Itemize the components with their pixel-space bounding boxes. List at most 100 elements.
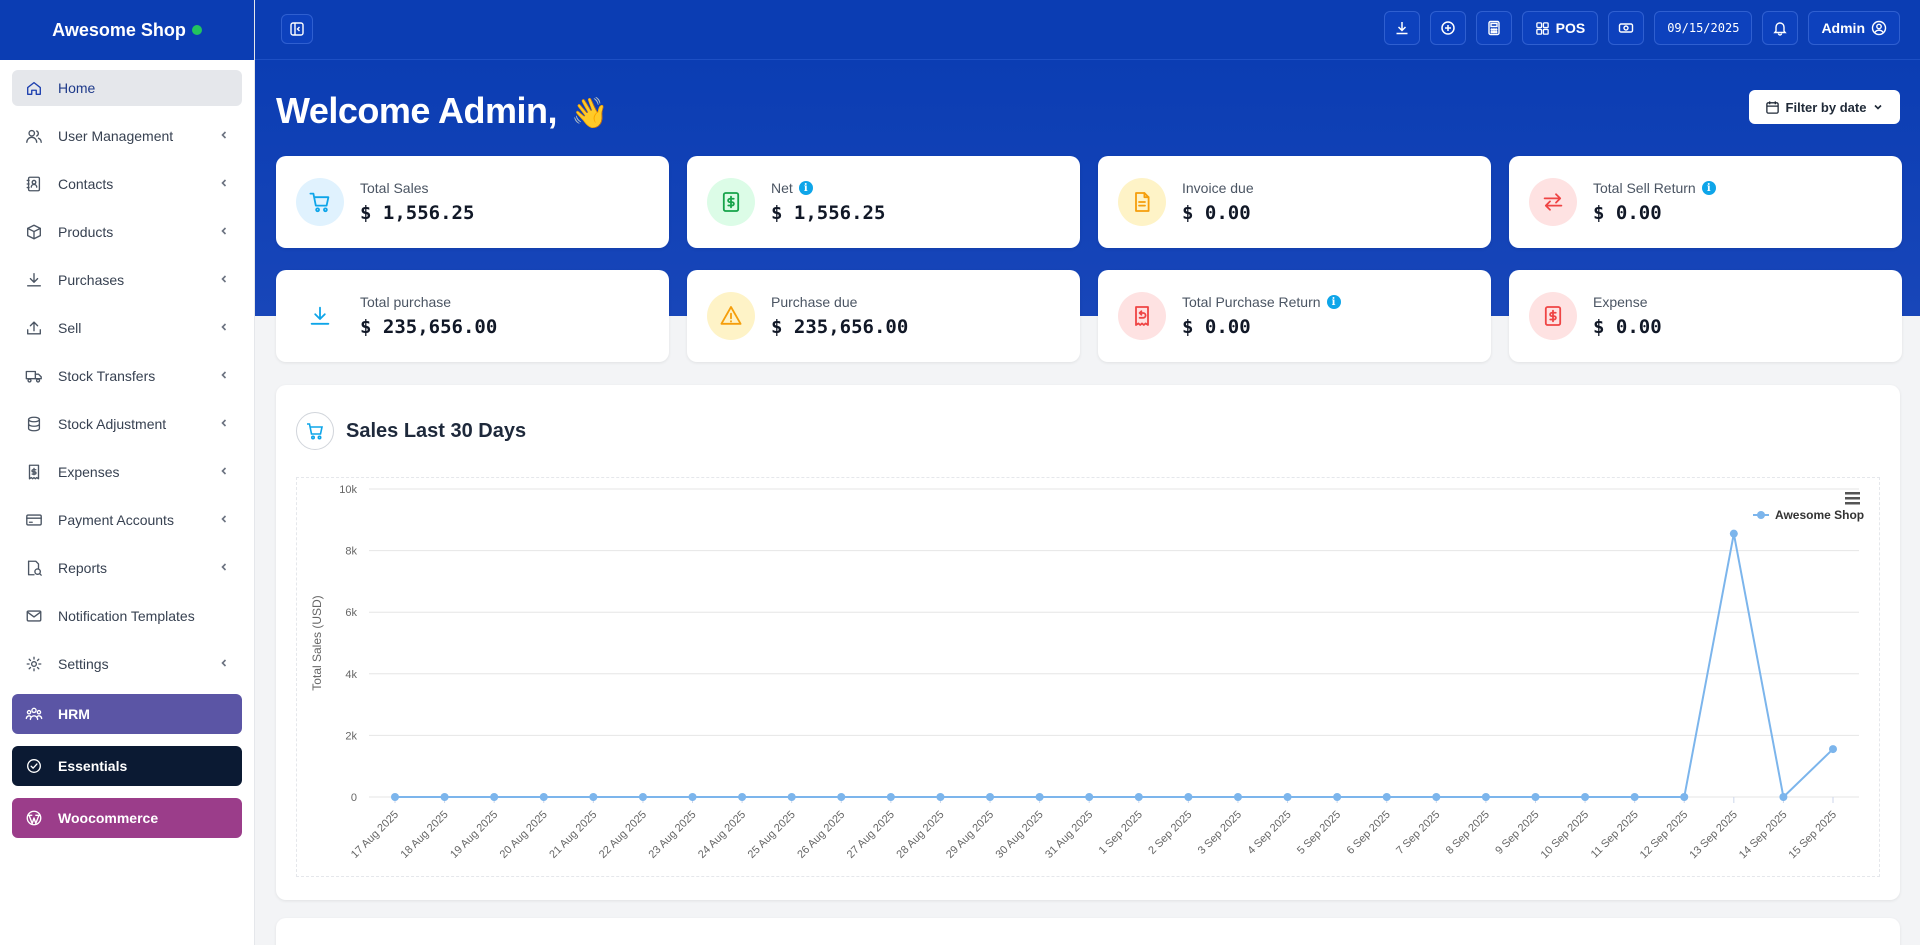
data-point bbox=[1283, 793, 1292, 801]
sidebar-item-purchases[interactable]: Purchases bbox=[12, 262, 242, 298]
legend-label: Awesome Shop bbox=[1775, 508, 1864, 522]
info-icon[interactable]: i bbox=[1701, 181, 1716, 195]
stat-value: $ 235,656.00 bbox=[771, 316, 909, 338]
calculator-button[interactable] bbox=[1475, 11, 1512, 45]
sidebar-item-label: Stock Transfers bbox=[58, 368, 156, 384]
data-point bbox=[1333, 793, 1342, 801]
sidebar-menu: Home User Management Contacts Products Purch… bbox=[0, 60, 254, 860]
sidebar-item-payment-accounts[interactable]: Payment Accounts bbox=[12, 502, 242, 538]
data-point bbox=[1829, 745, 1837, 754]
y-tick-label: 10k bbox=[339, 484, 357, 496]
data-point bbox=[1581, 793, 1590, 801]
sidebar-item-user-management[interactable]: User Management bbox=[12, 118, 242, 154]
x-tick-label: 11 Sep 2025 bbox=[1589, 809, 1641, 861]
sidebar-item-sell[interactable]: Sell bbox=[12, 310, 242, 346]
x-tick-label: 26 Aug 2025 bbox=[795, 809, 847, 861]
calendar-icon bbox=[1765, 100, 1779, 114]
data-point bbox=[589, 793, 598, 801]
stat-label: Total Purchase Return i bbox=[1182, 294, 1341, 310]
user-menu-button[interactable]: Admin bbox=[1808, 11, 1900, 45]
sales-line-chart: 0 2k 4k 6k 8k 10k Total Sales (USD) 17 Aug 2025… bbox=[310, 484, 1864, 862]
data-point bbox=[738, 793, 747, 801]
chevron-left-icon bbox=[218, 416, 230, 432]
download-icon bbox=[296, 292, 344, 340]
download-icon bbox=[24, 270, 44, 290]
stat-card-total-purchase-return: Total Purchase Return i $ 0.00 bbox=[1098, 270, 1491, 362]
mail-icon bbox=[24, 606, 44, 626]
sidebar: Awesome Shop Home User Management Contacts… bbox=[0, 0, 255, 945]
brand[interactable]: Awesome Shop bbox=[0, 0, 254, 60]
sidebar-item-home[interactable]: Home bbox=[12, 70, 242, 106]
money-icon bbox=[707, 178, 755, 226]
chevron-left-icon bbox=[218, 464, 230, 480]
x-tick-label: 25 Aug 2025 bbox=[746, 809, 798, 861]
module-label: Essentials bbox=[58, 758, 128, 774]
x-tick-label: 23 Aug 2025 bbox=[646, 809, 698, 861]
info-icon[interactable]: i bbox=[798, 181, 813, 195]
money-icon bbox=[1618, 23, 1634, 33]
x-tick-label: 14 Sep 2025 bbox=[1737, 809, 1790, 862]
sidebar-item-label: Sell bbox=[58, 320, 82, 336]
data-point bbox=[1779, 793, 1788, 801]
sidebar-item-label: User Management bbox=[58, 128, 174, 144]
sidebar-item-contacts[interactable]: Contacts bbox=[12, 166, 242, 202]
panel-header: Sales Last 30 Days bbox=[296, 412, 526, 450]
data-point bbox=[886, 793, 895, 801]
data-point bbox=[539, 793, 548, 801]
stat-card-total-sales: Total Sales $ 1,556.25 bbox=[276, 156, 669, 248]
sidebar-item-settings[interactable]: Settings bbox=[12, 646, 242, 682]
stat-value: $ 0.00 bbox=[1593, 202, 1662, 224]
x-tick-label: 20 Aug 2025 bbox=[498, 809, 550, 861]
truck-icon bbox=[24, 366, 44, 386]
sidebar-item-label: Products bbox=[58, 224, 114, 240]
stat-label-text: Total Sales bbox=[360, 180, 429, 196]
stat-label: Total Sales bbox=[360, 180, 428, 196]
x-tick-label: 9 Sep 2025 bbox=[1493, 809, 1541, 857]
chart-menu-icon[interactable] bbox=[1845, 492, 1860, 505]
info-icon[interactable]: i bbox=[1326, 295, 1341, 309]
date-display[interactable]: 09/15/2025 bbox=[1654, 11, 1753, 45]
filter-by-date-button[interactable]: Filter by date bbox=[1749, 90, 1900, 124]
sidebar-item-reports[interactable]: Reports bbox=[12, 550, 242, 586]
y-axis-title: Total Sales (USD) bbox=[310, 595, 324, 690]
download-button[interactable] bbox=[1383, 11, 1420, 45]
exchange-icon bbox=[1529, 178, 1577, 226]
x-tick-label: 1 Sep 2025 bbox=[1097, 809, 1145, 857]
module-woocommerce[interactable]: Woocommerce bbox=[12, 798, 242, 838]
data-point bbox=[1680, 793, 1689, 801]
topbar-actions: POS 09/15/2025 Admin bbox=[1383, 11, 1900, 45]
module-label: HRM bbox=[58, 706, 90, 722]
sidebar-item-expenses[interactable]: Expenses bbox=[12, 454, 242, 490]
sidebar-toggle-button[interactable] bbox=[281, 14, 313, 44]
database-icon bbox=[24, 414, 44, 434]
chevron-down-icon bbox=[1874, 104, 1883, 110]
data-point bbox=[1481, 793, 1490, 801]
user-circle-icon bbox=[1871, 20, 1887, 36]
welcome-heading: Welcome Admin, 👋 bbox=[276, 90, 608, 132]
upload-icon bbox=[24, 318, 44, 338]
data-point bbox=[1184, 793, 1193, 801]
stat-label-text: Total Purchase Return bbox=[1182, 294, 1321, 310]
data-point bbox=[490, 793, 499, 801]
sidebar-toggle-icon bbox=[290, 22, 304, 36]
notifications-button[interactable] bbox=[1762, 11, 1799, 45]
chevron-left-icon bbox=[218, 128, 230, 144]
x-tick-label: 30 Aug 2025 bbox=[994, 809, 1046, 861]
stat-value: $ 0.00 bbox=[1593, 316, 1662, 338]
grid-icon bbox=[1535, 21, 1549, 35]
x-tick-label: 15 Sep 2025 bbox=[1787, 809, 1840, 862]
report-icon bbox=[24, 558, 44, 578]
cash-button[interactable] bbox=[1608, 11, 1645, 45]
stat-label: Net i bbox=[771, 180, 813, 196]
sidebar-item-products[interactable]: Products bbox=[12, 214, 242, 250]
module-essentials[interactable]: Essentials bbox=[12, 746, 242, 786]
home-icon bbox=[24, 78, 44, 98]
sidebar-item-notification-templates[interactable]: Notification Templates bbox=[12, 598, 242, 634]
sidebar-item-stock-adjustment[interactable]: Stock Adjustment bbox=[12, 406, 242, 442]
sidebar-item-stock-transfers[interactable]: Stock Transfers bbox=[12, 358, 242, 394]
module-hrm[interactable]: HRM bbox=[12, 694, 242, 734]
add-button[interactable] bbox=[1429, 11, 1466, 45]
sidebar-item-label: Purchases bbox=[58, 272, 125, 288]
sales-chart-panel: Sales Last 30 Days 0 2k 4k 6k 8k 10k Total Sal… bbox=[276, 385, 1900, 900]
pos-button[interactable]: POS bbox=[1521, 11, 1599, 45]
